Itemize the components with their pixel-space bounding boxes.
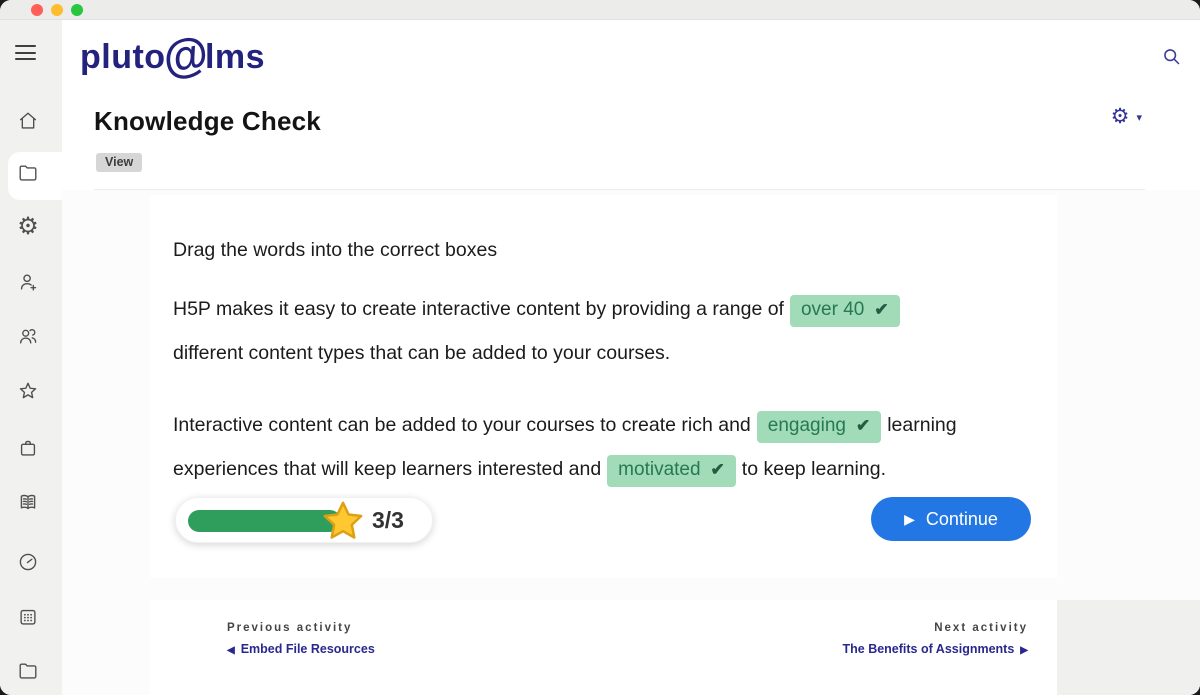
folder-icon <box>19 663 37 679</box>
sidebar-item-files[interactable] <box>16 659 40 683</box>
background-panel <box>1057 600 1200 695</box>
paragraph-text: experiences that will keep learners inte… <box>173 458 602 480</box>
pluto-lms-logo[interactable]: pluto @ lms <box>80 25 266 84</box>
bag-icon <box>20 440 36 456</box>
sidebar-item-library[interactable] <box>16 490 40 514</box>
zoom-window-button[interactable] <box>71 4 83 16</box>
page-title: Knowledge Check <box>94 106 321 136</box>
sidebar-item-settings[interactable]: ⚙ <box>16 215 40 239</box>
paragraph-text: to keep learning. <box>741 458 886 480</box>
star-icon <box>323 501 363 539</box>
calendar-icon <box>20 609 36 625</box>
sidebar-item-users[interactable] <box>16 324 40 348</box>
chevron-down-icon: ▾ <box>1136 111 1142 124</box>
paragraph-text: learning <box>887 414 957 436</box>
next-activity-block: Next activity The Benefits of Assignment… <box>843 622 1029 656</box>
progress-fill <box>188 510 341 532</box>
answer-chip-motivated[interactable]: motivated ✔ <box>607 455 736 487</box>
previous-activity-label: Previous activity <box>227 622 353 634</box>
correct-check-icon: ✔ <box>855 416 871 435</box>
fill-blank-paragraph-2: Interactive content can be added to your… <box>173 403 1048 491</box>
view-mode-badge: View <box>96 153 143 172</box>
minimize-window-button[interactable] <box>51 4 63 16</box>
continue-button-label: Continue <box>925 508 998 529</box>
close-window-button[interactable] <box>31 4 43 16</box>
previous-activity-block: Previous activity ◀ Embed File Resources <box>227 622 375 656</box>
gear-icon: ⚙ <box>1110 105 1130 128</box>
paragraph-text: Interactive content can be added to your… <box>173 414 751 436</box>
top-header: pluto @ lms <box>62 20 1200 90</box>
correct-check-icon: ✔ <box>874 300 889 319</box>
activity-settings-dropdown[interactable]: ⚙ ▾ <box>1111 106 1142 128</box>
logo-text-right: lms <box>204 37 266 76</box>
answer-chip-engaging[interactable]: engaging ✔ <box>756 411 882 443</box>
answer-chip-over-40[interactable]: over 40 ✔ <box>789 295 900 327</box>
h5p-activity-card: Drag the words into the correct boxes H5… <box>150 195 1057 578</box>
home-icon <box>19 112 37 129</box>
sidebar-item-calendar[interactable] <box>16 605 40 629</box>
gear-icon: ⚙ <box>17 213 39 240</box>
play-icon: ▶ <box>904 510 915 527</box>
sidebar-item-dashboard[interactable] <box>16 550 40 574</box>
folder-icon <box>19 165 37 181</box>
arrow-right-icon: ▶ <box>1020 645 1028 656</box>
search-button[interactable] <box>1158 43 1184 69</box>
answer-text: over 40 <box>800 299 865 320</box>
app-window: ⚙ pluto @ lms Knowledge Check View ⚙ ▾ D… <box>0 0 1200 695</box>
sidebar-item-favorites[interactable] <box>16 379 40 403</box>
header-divider <box>94 189 1145 190</box>
sidebar-item-courses[interactable] <box>16 161 40 185</box>
sidebar-item-home[interactable] <box>16 109 40 133</box>
sidebar: ⚙ <box>0 20 62 695</box>
continue-button[interactable]: ▶ Continue <box>871 497 1031 541</box>
users-icon <box>19 329 37 344</box>
next-activity-link[interactable]: The Benefits of Assignments ▶ <box>843 642 1029 656</box>
score-progress-bar: 3/3 <box>175 497 433 543</box>
sidebar-item-assignments[interactable] <box>16 436 40 460</box>
next-activity-label: Next activity <box>934 622 1028 634</box>
logo-text-left: pluto <box>80 37 166 76</box>
paragraph-text: different content types that can be adde… <box>173 342 671 364</box>
score-value: 3/3 <box>372 507 404 533</box>
activity-instruction: Drag the words into the correct boxes <box>173 239 498 261</box>
previous-activity-link-text: Embed File Resources <box>240 642 375 656</box>
answer-text: motivated <box>618 459 701 480</box>
fill-blank-paragraph-1: H5P makes it easy to create interactive … <box>173 287 1048 375</box>
main-content: Knowledge Check View ⚙ ▾ Drag the words … <box>62 90 1200 695</box>
activity-navigation: Previous activity ◀ Embed File Resources … <box>150 600 1057 695</box>
search-icon <box>1163 48 1179 64</box>
macos-titlebar <box>0 0 1200 20</box>
logo-at-icon: @ <box>158 25 213 85</box>
menu-toggle-button[interactable] <box>15 45 36 60</box>
answer-text: engaging <box>767 415 846 436</box>
gauge-icon <box>19 553 37 571</box>
star-icon <box>19 382 37 399</box>
correct-check-icon: ✔ <box>710 460 725 479</box>
book-icon <box>20 494 36 510</box>
previous-activity-link[interactable]: ◀ Embed File Resources <box>227 642 375 656</box>
paragraph-text: H5P makes it easy to create interactive … <box>173 298 784 320</box>
sidebar-item-add-user[interactable] <box>16 270 40 294</box>
next-activity-link-text: The Benefits of Assignments <box>842 642 1015 656</box>
page-header-section: Knowledge Check View ⚙ ▾ <box>62 90 1200 190</box>
arrow-left-icon: ◀ <box>227 645 235 656</box>
user-add-icon <box>20 274 37 291</box>
